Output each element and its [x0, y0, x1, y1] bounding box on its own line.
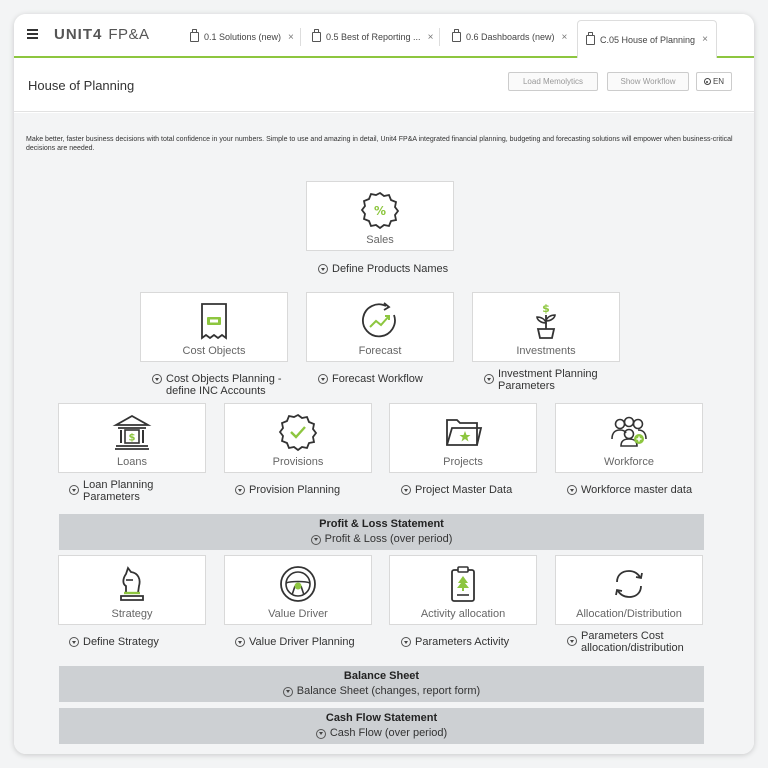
- steering-wheel-icon: [280, 566, 316, 602]
- clipboard-icon: [312, 29, 321, 42]
- link-parameters-cost-allocation[interactable]: Parameters Cost allocation/distribution: [567, 630, 717, 654]
- top-bar: UNIT4 FP&A 0.1 Solutions (new) × 0.5 Best…: [14, 14, 754, 58]
- balance-sheet-title: Balance Sheet: [343, 670, 420, 682]
- link-define-products-names[interactable]: Define Products Names: [318, 263, 448, 275]
- percent-badge-icon: %: [360, 191, 400, 230]
- tab-dashboards[interactable]: 0.6 Dashboards (new) ×: [444, 24, 575, 50]
- svg-text:$: $: [129, 433, 136, 444]
- plant-money-icon: $: [536, 302, 556, 339]
- sync-arrows-icon: [615, 570, 643, 598]
- close-icon[interactable]: ×: [288, 32, 294, 43]
- card-workforce[interactable]: Workforce: [555, 403, 703, 473]
- link-profit-loss[interactable]: Profit & Loss (over period): [310, 533, 452, 545]
- main-content: Make better, faster business decisions w…: [14, 113, 754, 754]
- link-define-strategy[interactable]: Define Strategy: [69, 636, 159, 648]
- tab-solutions[interactable]: 0.1 Solutions (new) ×: [182, 24, 302, 50]
- link-parameters-activity[interactable]: Parameters Activity: [401, 636, 509, 648]
- link-project-master-data[interactable]: Project Master Data: [401, 484, 512, 496]
- link-cash-flow[interactable]: Cash Flow (over period): [315, 727, 447, 739]
- intro-text: Make better, faster business decisions w…: [26, 136, 733, 152]
- chevron-down-icon: [69, 485, 79, 495]
- chevron-down-icon: [401, 637, 411, 647]
- link-value-driver-planning[interactable]: Value Driver Planning: [235, 636, 355, 648]
- chevron-down-icon: [235, 637, 245, 647]
- link-forecast-workflow[interactable]: Forecast Workflow: [318, 373, 423, 385]
- link-loan-planning-parameters[interactable]: Loan Planning Parameters: [69, 479, 189, 503]
- chevron-down-icon: [484, 374, 494, 384]
- chevron-down-icon: [703, 78, 711, 85]
- chevron-down-icon: [310, 534, 321, 545]
- link-workforce-master-data[interactable]: Workforce master data: [567, 484, 692, 496]
- page-title: House of Planning: [28, 78, 135, 93]
- tab-house-of-planning[interactable]: C.05 House of Planning ×: [577, 20, 717, 58]
- profit-loss-band: Profit & Loss Statement Profit & Loss (o…: [59, 514, 704, 550]
- app-logo: UNIT4 FP&A: [54, 26, 150, 43]
- clipboard-icon: [190, 29, 199, 42]
- chess-knight-icon: [120, 566, 144, 601]
- hamburger-menu-icon[interactable]: [27, 29, 38, 39]
- load-memolytics-button[interactable]: Load Memolytics: [508, 72, 598, 91]
- close-icon[interactable]: ×: [562, 32, 568, 43]
- balance-sheet-band: Balance Sheet Balance Sheet (changes, re…: [59, 666, 704, 702]
- chevron-down-icon: [567, 636, 577, 646]
- card-cost-objects[interactable]: Cost Objects: [140, 292, 288, 362]
- forecast-refresh-icon: [362, 302, 396, 338]
- clipboard-icon: [452, 29, 461, 42]
- card-projects[interactable]: Projects: [389, 403, 537, 473]
- receipt-icon: [201, 303, 227, 340]
- card-strategy[interactable]: Strategy: [58, 555, 206, 625]
- chevron-down-icon: [567, 485, 577, 495]
- chevron-down-icon: [282, 686, 293, 697]
- cash-flow-band: Cash Flow Statement Cash Flow (over peri…: [59, 708, 704, 744]
- card-activity-allocation[interactable]: Activity allocation: [389, 555, 537, 625]
- card-sales[interactable]: % Sales: [306, 181, 454, 251]
- card-provisions[interactable]: Provisions: [224, 403, 372, 473]
- chevron-down-icon: [69, 637, 79, 647]
- people-group-icon: [611, 416, 647, 447]
- app-window: UNIT4 FP&A 0.1 Solutions (new) × 0.5 Best…: [14, 14, 754, 754]
- close-icon[interactable]: ×: [702, 34, 708, 45]
- cash-flow-title: Cash Flow Statement: [325, 712, 438, 724]
- link-balance-sheet[interactable]: Balance Sheet (changes, report form): [282, 685, 480, 697]
- card-allocation-distribution[interactable]: Allocation/Distribution: [555, 555, 703, 625]
- chevron-down-icon: [235, 485, 245, 495]
- folder-star-icon: [446, 419, 483, 446]
- chevron-down-icon: [315, 728, 326, 739]
- card-investments[interactable]: $ Investments: [472, 292, 620, 362]
- svg-text:%: %: [374, 204, 386, 218]
- chevron-down-icon: [318, 374, 328, 384]
- clipboard-icon: [586, 31, 595, 45]
- show-workflow-button[interactable]: Show Workflow: [607, 72, 689, 91]
- check-badge-icon: [278, 413, 318, 452]
- link-investment-planning-parameters[interactable]: Investment Planning Parameters: [484, 368, 624, 392]
- card-value-driver[interactable]: Value Driver: [224, 555, 372, 625]
- chevron-down-icon: [318, 264, 328, 274]
- chevron-down-icon: [152, 374, 162, 384]
- card-loans[interactable]: $ Loans: [58, 403, 206, 473]
- tab-best-of-reporting[interactable]: 0.5 Best of Reporting ... ×: [304, 24, 441, 50]
- language-selector[interactable]: EN: [696, 72, 732, 91]
- profit-loss-title: Profit & Loss Statement: [319, 518, 444, 530]
- chevron-down-icon: [401, 485, 411, 495]
- bank-icon: $: [112, 414, 152, 450]
- link-cost-objects-planning[interactable]: Cost Objects Planning - define INC Accou…: [152, 373, 292, 397]
- link-provision-planning[interactable]: Provision Planning: [235, 484, 340, 496]
- clipboard-tree-icon: [451, 566, 475, 602]
- close-icon[interactable]: ×: [428, 32, 434, 43]
- card-forecast[interactable]: Forecast: [306, 292, 454, 362]
- svg-text:$: $: [542, 302, 550, 315]
- page-header: House of Planning Load Memolytics Show W…: [14, 60, 754, 112]
